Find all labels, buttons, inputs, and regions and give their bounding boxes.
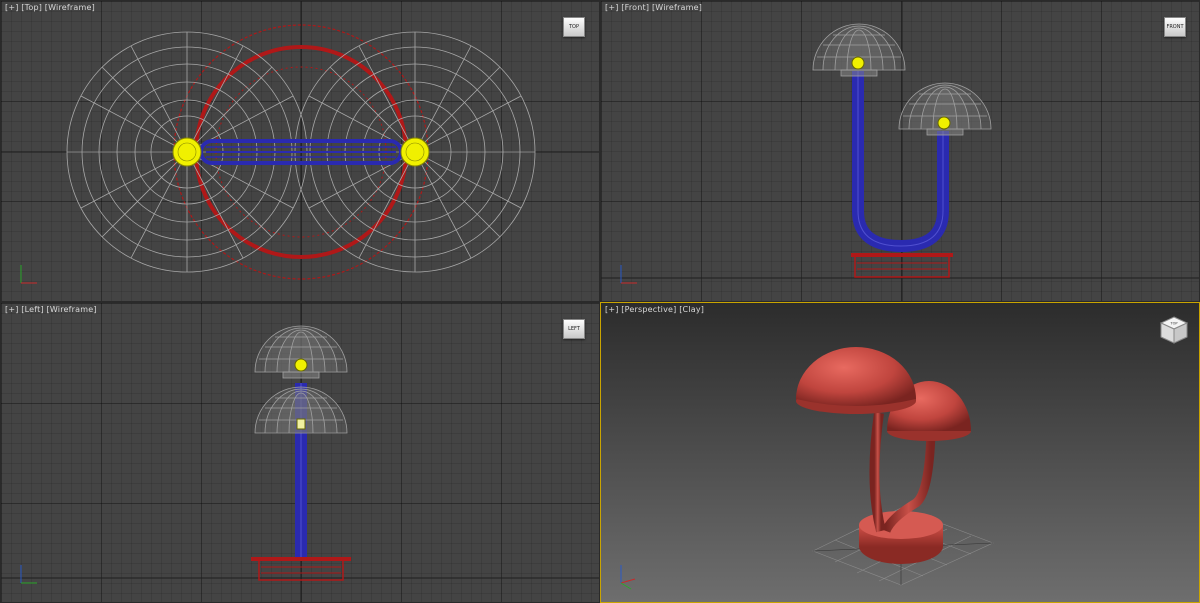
view-type-label[interactable]: [Top] [21, 3, 42, 12]
perspective-clay-render [620, 347, 994, 590]
shading-mode-label[interactable]: [Clay] [679, 305, 704, 314]
top-view-wireframe [1, 1, 599, 301]
viewcube-icon[interactable]: FRONT [1164, 17, 1186, 37]
axis-gizmo-icon [20, 565, 37, 584]
viewport-menu-button[interactable]: [+] [605, 305, 619, 314]
axis-gizmo-icon [620, 265, 637, 284]
viewcube-icon[interactable]: LEFT [563, 319, 585, 339]
viewcube-icon[interactable]: TOP [563, 17, 585, 37]
shading-mode-label[interactable]: [Wireframe] [47, 305, 97, 314]
left-view-wireframe [1, 303, 599, 602]
viewport-label-perspective[interactable]: [+] [Perspective] [Clay] [605, 305, 704, 314]
axis-gizmo-icon [620, 565, 636, 590]
viewport-label-front[interactable]: [+] [Front] [Wireframe] [605, 3, 702, 12]
shading-mode-label[interactable]: [Wireframe] [652, 3, 702, 12]
viewport-front[interactable]: [+] [Front] [Wireframe] FRONT [600, 0, 1200, 302]
viewport-menu-button[interactable]: [+] [5, 3, 19, 12]
viewcube-icon[interactable]: TOP [1159, 315, 1189, 345]
viewport-menu-button[interactable]: [+] [5, 305, 19, 314]
viewport-menu-button[interactable]: [+] [605, 3, 619, 12]
axis-gizmo-icon [20, 265, 37, 284]
viewport-left[interactable]: [+] [Left] [Wireframe] LEFT [0, 302, 600, 603]
view-type-label[interactable]: [Front] [621, 3, 649, 12]
viewport-label-top[interactable]: [+] [Top] [Wireframe] [5, 3, 95, 12]
view-type-label[interactable]: [Perspective] [621, 305, 676, 314]
viewport-label-left[interactable]: [+] [Left] [Wireframe] [5, 305, 97, 314]
front-view-wireframe [601, 1, 1199, 301]
shading-mode-label[interactable]: [Wireframe] [45, 3, 95, 12]
viewport-layout: [+] [Top] [Wireframe] TOP [+] [Front] [W… [0, 0, 1200, 603]
view-type-label[interactable]: [Left] [21, 305, 44, 314]
viewcube-label: TOP [1169, 322, 1177, 326]
viewport-top[interactable]: [+] [Top] [Wireframe] TOP [0, 0, 600, 302]
viewport-perspective[interactable]: [+] [Perspective] [Clay] TOP [600, 302, 1200, 603]
